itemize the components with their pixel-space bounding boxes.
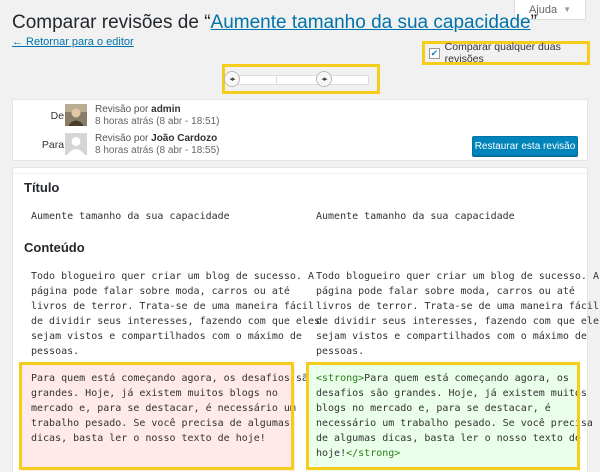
slider-handle-to[interactable]: ◂▸ <box>316 71 332 87</box>
to-label: Para: <box>41 139 67 151</box>
content-left: Todo blogueiro quer criar um blog de suc… <box>31 271 320 357</box>
compare-any-toggle[interactable]: ✔ Comparar qualquer duas revisões <box>422 41 597 65</box>
title-section-heading: Título <box>24 180 60 195</box>
compare-any-checkbox[interactable]: ✔ <box>429 47 440 59</box>
slider-handle-from[interactable]: ◂▸ <box>224 71 240 87</box>
from-author: Revisão por admin <box>95 104 181 115</box>
title-left: Aumente tamanho da sua capacidade <box>31 211 230 222</box>
added-highlight <box>306 362 580 470</box>
to-author: Revisão por João Cardozo <box>95 133 218 144</box>
title-suffix: ” <box>530 12 537 33</box>
slider-tick <box>276 76 277 84</box>
compare-any-label: Comparar qualquer duas revisões <box>444 41 561 65</box>
content-right: Todo blogueiro quer criar um blog de suc… <box>316 271 600 357</box>
chevron-down-icon: ▼ <box>563 5 572 14</box>
return-to-editor-link[interactable]: ← Retornar para o editor <box>12 36 134 48</box>
to-time: 8 horas atrás (8 abr - 18:55) <box>95 145 220 156</box>
revision-meta-panel: De: Revisão por admin 8 horas atrás (8 a… <box>12 99 588 161</box>
avatar-default-icon <box>65 133 87 155</box>
divider <box>13 173 587 174</box>
from-time: 8 horas atrás (8 abr - 18:51) <box>95 116 220 127</box>
revision-slider[interactable] <box>229 75 369 85</box>
post-title-link[interactable]: Aumente tamanho da sua capacidade <box>211 12 531 33</box>
title-prefix: Comparar revisões de “ <box>12 12 211 33</box>
content-section-heading: Conteúdo <box>24 240 85 255</box>
restore-revision-button[interactable]: Restaurar esta revisão <box>472 136 578 156</box>
removed-highlight <box>19 362 294 470</box>
avatar-admin <box>65 104 87 126</box>
revision-from-row: De: Revisão por admin 8 horas atrás (8 a… <box>13 102 587 128</box>
page-title: Comparar revisões de “Aumente tamanho da… <box>12 12 537 34</box>
title-right: Aumente tamanho da sua capacidade <box>316 211 515 222</box>
